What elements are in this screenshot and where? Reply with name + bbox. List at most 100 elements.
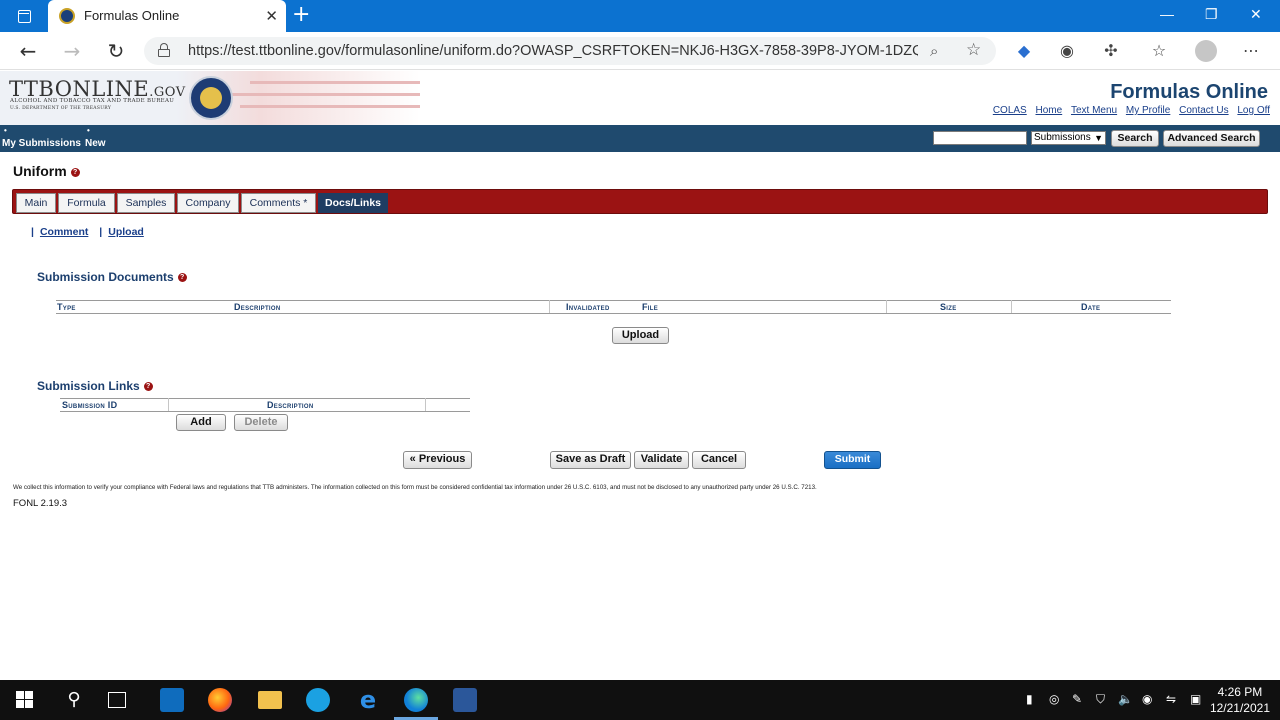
browser-tab-title: Formulas Online	[84, 8, 180, 23]
windows-taskbar: ⚲ e ▮ ◎ ✎ ⛉ 🔈 ◉ ⇋ ▣ 4:26 PM 12/21/2021	[0, 680, 1280, 720]
browser-toolbar: ← → ↻ https://test.ttbonline.gov/formula…	[0, 32, 1280, 70]
link-contact-us[interactable]: Contact Us	[1179, 105, 1228, 116]
col-date: Date	[1081, 302, 1101, 312]
skype-icon[interactable]	[306, 688, 330, 712]
site-favicon-icon	[59, 8, 75, 24]
firefox-icon[interactable]	[208, 688, 232, 712]
search-type-select[interactable]: Submissions ▼	[1031, 131, 1106, 145]
system-clock[interactable]: 4:26 PM 12/21/2021	[1210, 684, 1270, 716]
main-nav: • My Submissions • New Submissions ▼ Search…	[0, 125, 1280, 152]
zoom-icon[interactable]: ⌕	[930, 42, 938, 60]
edit-icon[interactable]: ✎	[1072, 692, 1082, 706]
clock-time: 4:26 PM	[1217, 685, 1263, 699]
upload-link[interactable]: Upload	[108, 226, 144, 238]
sync-icon[interactable]: ◎	[1049, 692, 1059, 706]
extensions-puzzle-icon[interactable]: ✣	[1100, 40, 1122, 62]
lock-icon[interactable]	[158, 43, 170, 57]
nav-my-submissions[interactable]: • My Submissions	[2, 126, 81, 149]
task-view-icon[interactable]	[108, 692, 126, 708]
refresh-icon[interactable]: ↻	[104, 39, 128, 63]
tab-docs-links[interactable]: Docs/Links	[318, 193, 388, 213]
address-bar[interactable]: https://test.ttbonline.gov/formulasonlin…	[144, 37, 996, 65]
shield-icon[interactable]: ⛉	[1096, 692, 1105, 707]
search-input[interactable]	[933, 131, 1027, 145]
link-colas[interactable]: COLAS	[993, 105, 1027, 116]
help-icon[interactable]: ?	[177, 273, 187, 283]
network-icon[interactable]: ⇋	[1166, 692, 1176, 706]
comment-link[interactable]: Comment	[40, 226, 88, 238]
header-links: COLAS Home Text Menu My Profile Contact …	[987, 105, 1270, 116]
sub-actions: | Comment | Upload	[31, 226, 144, 238]
help-icon[interactable]: ?	[143, 382, 153, 392]
clock-date: 12/21/2021	[1209, 701, 1270, 715]
forward-icon[interactable]: →	[60, 39, 84, 63]
links-section-title: Submission Links?	[37, 379, 153, 393]
submit-button[interactable]: Submit	[824, 451, 881, 469]
previous-button[interactable]: « Previous	[403, 451, 472, 469]
profile-avatar[interactable]	[1195, 40, 1217, 62]
word-icon[interactable]	[453, 688, 477, 712]
logo-banner: TTBONLINE.GOV ALCOHOL AND TOBACCO TAX AN…	[0, 71, 420, 125]
windows-start-icon[interactable]	[14, 688, 38, 712]
internet-explorer-icon[interactable]: e	[356, 688, 380, 712]
search-button[interactable]: Search	[1111, 130, 1159, 147]
tab-main[interactable]: Main	[16, 193, 56, 213]
delete-link-button[interactable]: Delete	[234, 414, 288, 431]
add-favorite-icon[interactable]: ☆	[966, 40, 981, 60]
close-window-icon[interactable]: ✕	[1250, 6, 1262, 23]
skype-tray-icon[interactable]: ◉	[1142, 692, 1152, 706]
add-link-button[interactable]: Add	[176, 414, 226, 431]
outlook-icon[interactable]	[160, 688, 184, 712]
nav-new[interactable]: • New	[85, 126, 106, 149]
browser-tab[interactable]: Formulas Online ✕	[48, 0, 286, 32]
close-tab-icon[interactable]: ✕	[265, 7, 278, 25]
col-link-description: Description	[267, 400, 314, 410]
page-title: Uniform?	[13, 163, 80, 179]
link-my-profile[interactable]: My Profile	[1126, 105, 1170, 116]
browser-tab-bar: Formulas Online ✕ + — ❐ ✕	[0, 0, 1280, 32]
extension-icon[interactable]: ◆	[1013, 40, 1035, 62]
link-home[interactable]: Home	[1036, 105, 1063, 116]
favorites-icon[interactable]: ☆	[1148, 40, 1170, 62]
search-icon[interactable]: ⚲	[62, 688, 86, 712]
new-tab-icon[interactable]: +	[292, 4, 310, 26]
col-size: Size	[940, 302, 957, 312]
help-icon[interactable]: ?	[70, 167, 80, 177]
tab-company[interactable]: Company	[177, 193, 239, 213]
advanced-search-button[interactable]: Advanced Search	[1163, 130, 1260, 147]
tab-comments[interactable]: Comments *	[241, 193, 316, 213]
url-text[interactable]: https://test.ttbonline.gov/formulasonlin…	[188, 43, 918, 59]
upload-button[interactable]: Upload	[612, 327, 669, 344]
minimize-icon[interactable]: —	[1160, 6, 1174, 22]
back-icon[interactable]: ←	[16, 39, 40, 63]
validate-button[interactable]: Validate	[634, 451, 689, 469]
treasury-seal-icon	[189, 76, 233, 120]
more-menu-icon[interactable]: ⋯	[1240, 40, 1262, 62]
col-file: File	[642, 302, 659, 312]
chevron-down-icon: ▼	[1094, 133, 1103, 143]
col-invalidated: Invalidated	[566, 302, 610, 312]
tab-formula[interactable]: Formula	[58, 193, 115, 213]
privacy-disclaimer: We collect this information to verify yo…	[13, 484, 817, 491]
col-description: Description	[234, 302, 281, 312]
site-header: TTBONLINE.GOV ALCOHOL AND TOBACCO TAX AN…	[0, 71, 1280, 125]
form-tabs: Main Formula Samples Company Comments * …	[12, 189, 1268, 214]
volume-icon[interactable]: 🔈	[1118, 692, 1133, 706]
logo-subtitle: ALCOHOL AND TOBACCO TAX AND TRADE BUREAU	[10, 98, 175, 104]
cancel-button[interactable]: Cancel	[692, 451, 746, 469]
link-log-off[interactable]: Log Off	[1237, 105, 1270, 116]
link-text-menu[interactable]: Text Menu	[1071, 105, 1117, 116]
battery-icon[interactable]: ▮	[1026, 692, 1033, 706]
documents-section-title: Submission Documents?	[37, 270, 187, 284]
col-submission-id: Submission ID	[62, 400, 118, 410]
save-draft-button[interactable]: Save as Draft	[550, 451, 631, 469]
tab-samples[interactable]: Samples	[117, 193, 175, 213]
tab-actions-icon[interactable]	[10, 6, 38, 26]
tracking-icon[interactable]: ◉	[1056, 40, 1078, 62]
edge-icon[interactable]	[404, 688, 428, 712]
version-label: FONL 2.19.3	[13, 498, 68, 509]
outlook-tray-icon[interactable]: ▣	[1190, 692, 1201, 706]
maximize-icon[interactable]: ❐	[1205, 6, 1218, 23]
logo-department: U.S. DEPARTMENT OF THE TREASURY	[10, 106, 112, 111]
file-explorer-icon[interactable]	[258, 691, 282, 709]
